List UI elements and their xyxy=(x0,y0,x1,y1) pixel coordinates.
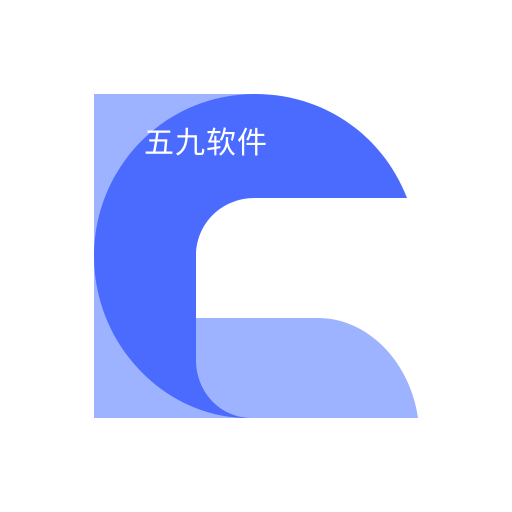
logo-text: 五九软件 xyxy=(144,126,268,161)
logo-canvas: 五九软件 xyxy=(0,0,512,512)
c-logo-icon xyxy=(94,94,418,418)
